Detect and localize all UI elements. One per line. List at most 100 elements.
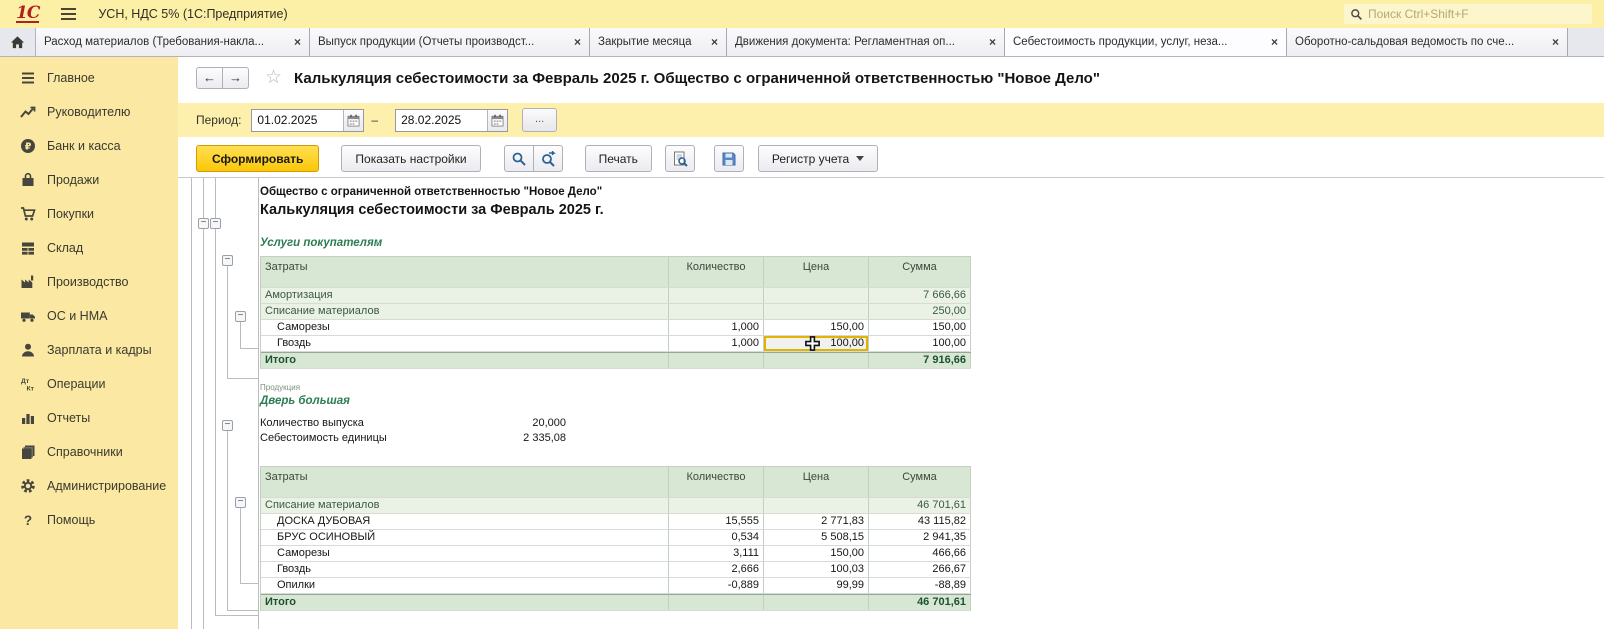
period-from-field[interactable]: 01.02.2025 (251, 109, 364, 132)
cell-qty[interactable]: 1,000 (669, 336, 764, 351)
collapse-group-icon[interactable]: − (210, 218, 221, 229)
period-to-field[interactable]: 28.02.2025 (395, 109, 508, 132)
sidebar-item-покупки[interactable]: Покупки (0, 197, 178, 231)
cell-price[interactable]: 99,99 (764, 578, 869, 593)
main-menu-icon[interactable] (61, 5, 76, 23)
cell-price[interactable]: 2 771,83 (764, 514, 869, 529)
collapse-group-icon[interactable]: − (222, 255, 233, 266)
tab-close-icon[interactable]: × (1271, 35, 1278, 49)
cell-name[interactable]: Итого (261, 595, 669, 610)
cell-price[interactable]: 100,03 (764, 562, 869, 577)
cell-price[interactable] (764, 595, 869, 610)
info-value[interactable]: 2 335,08 (450, 431, 566, 446)
column-header[interactable]: Цена (764, 467, 869, 497)
sidebar-item-производство[interactable]: Производство (0, 265, 178, 299)
sidebar-item-банк-и-касса[interactable]: ₽Банк и касса (0, 129, 178, 163)
cell-name[interactable]: Списание материалов (261, 304, 669, 319)
cell-name[interactable]: Гвоздь (261, 562, 669, 577)
cell-sum[interactable]: 250,00 (869, 304, 971, 319)
cell-qty[interactable]: -0,889 (669, 578, 764, 593)
cell-name[interactable]: Саморезы (261, 546, 669, 561)
cell-qty[interactable]: 0,534 (669, 530, 764, 545)
cell-name[interactable]: Итого (261, 353, 669, 368)
cell-qty[interactable] (669, 353, 764, 368)
find-next-button[interactable] (533, 145, 563, 172)
document-tab[interactable]: Движения документа: Регламентная оп...× (727, 28, 1005, 56)
cell-qty[interactable]: 1,000 (669, 320, 764, 335)
tab-close-icon[interactable]: × (574, 35, 581, 49)
cell-name[interactable]: Списание материалов (261, 498, 669, 513)
column-header[interactable]: Сумма (869, 467, 971, 497)
document-tab[interactable]: Выпуск продукции (Отчеты производст...× (310, 28, 590, 56)
cell-qty[interactable]: 3,111 (669, 546, 764, 561)
cell-qty[interactable] (669, 498, 764, 513)
cell-qty[interactable]: 15,555 (669, 514, 764, 529)
cell-price[interactable] (764, 288, 869, 303)
sidebar-item-администрирование[interactable]: Администрирование (0, 469, 178, 503)
cell-sum[interactable]: 7 666,66 (869, 288, 971, 303)
document-tab[interactable]: Себестоимость продукции, услуг, неза...× (1005, 28, 1287, 56)
collapse-group-icon[interactable]: − (198, 218, 209, 229)
document-tab[interactable]: Закрытие месяца× (590, 28, 727, 56)
cell-qty[interactable] (669, 288, 764, 303)
sidebar-item-операции[interactable]: ДтКтОперации (0, 367, 178, 401)
column-header[interactable]: Сумма (869, 257, 971, 287)
cell-price[interactable] (764, 304, 869, 319)
cell-sum[interactable]: 43 115,82 (869, 514, 971, 529)
global-search-input[interactable]: Поиск Ctrl+Shift+F (1344, 4, 1592, 24)
register-dropdown-button[interactable]: Регистр учета (758, 145, 878, 172)
print-button[interactable]: Печать (585, 145, 652, 172)
cell-name[interactable]: Гвоздь (261, 336, 669, 351)
sidebar-item-продажи[interactable]: Продажи (0, 163, 178, 197)
cell-sum[interactable]: 466,66 (869, 546, 971, 561)
tab-close-icon[interactable]: × (294, 35, 301, 49)
sidebar-item-помощь[interactable]: ?Помощь (0, 503, 178, 537)
cell-name[interactable]: Амортизация (261, 288, 669, 303)
tab-close-icon[interactable]: × (989, 35, 996, 49)
tab-close-icon[interactable]: × (711, 35, 718, 49)
cell-sum[interactable]: 7 916,66 (869, 353, 971, 368)
print-preview-button[interactable] (665, 145, 695, 172)
cell-price[interactable] (764, 498, 869, 513)
cell-sum[interactable]: 46 701,61 (869, 595, 971, 610)
show-settings-button[interactable]: Показать настройки (341, 145, 480, 172)
cell-name[interactable]: БРУС ОСИНОВЫЙ (261, 530, 669, 545)
cell-qty[interactable] (669, 595, 764, 610)
home-tab[interactable] (0, 28, 36, 56)
cell-price[interactable]: 150,00 (764, 546, 869, 561)
sidebar-item-главное[interactable]: Главное (0, 61, 178, 95)
sidebar-item-отчеты[interactable]: Отчеты (0, 401, 178, 435)
save-button[interactable] (714, 145, 744, 172)
period-from-value[interactable]: 01.02.2025 (252, 113, 343, 127)
cell-price[interactable] (764, 353, 869, 368)
collapse-group-icon[interactable]: − (222, 420, 233, 431)
cell-qty[interactable]: 2,666 (669, 562, 764, 577)
find-button[interactable] (504, 145, 534, 172)
tab-close-icon[interactable]: × (1552, 35, 1559, 49)
sidebar-item-зарплата-и-кадры[interactable]: Зарплата и кадры (0, 333, 178, 367)
selected-cell[interactable]: 100,00 (764, 336, 869, 351)
calendar-icon[interactable] (343, 110, 363, 131)
cell-sum[interactable]: -88,89 (869, 578, 971, 593)
sidebar-item-ос-и-нма[interactable]: ОС и НМА (0, 299, 178, 333)
favorite-star-icon[interactable]: ☆ (265, 69, 282, 87)
cell-sum[interactable]: 2 941,35 (869, 530, 971, 545)
sidebar-item-справочники[interactable]: Справочники (0, 435, 178, 469)
cell-name[interactable]: ДОСКА ДУБОВАЯ (261, 514, 669, 529)
column-header[interactable]: Затраты (261, 467, 669, 497)
sidebar-item-склад[interactable]: Склад (0, 231, 178, 265)
collapse-group-icon[interactable]: − (235, 311, 246, 322)
cell-price[interactable]: 150,00 (764, 320, 869, 335)
column-header[interactable]: Количество (669, 257, 764, 287)
cell-sum[interactable]: 266,67 (869, 562, 971, 577)
cell-name[interactable]: Опилки (261, 578, 669, 593)
generate-button[interactable]: Сформировать (196, 145, 319, 172)
collapse-group-icon[interactable]: − (235, 497, 246, 508)
calendar-icon[interactable] (487, 110, 507, 131)
info-value[interactable]: 20,000 (450, 416, 566, 431)
cell-sum[interactable]: 150,00 (869, 320, 971, 335)
cell-sum[interactable]: 46 701,61 (869, 498, 971, 513)
document-tab[interactable]: Оборотно-сальдовая ведомость по сче...× (1287, 28, 1568, 56)
cell-sum[interactable]: 100,00 (869, 336, 971, 351)
cell-price[interactable]: 5 508,15 (764, 530, 869, 545)
